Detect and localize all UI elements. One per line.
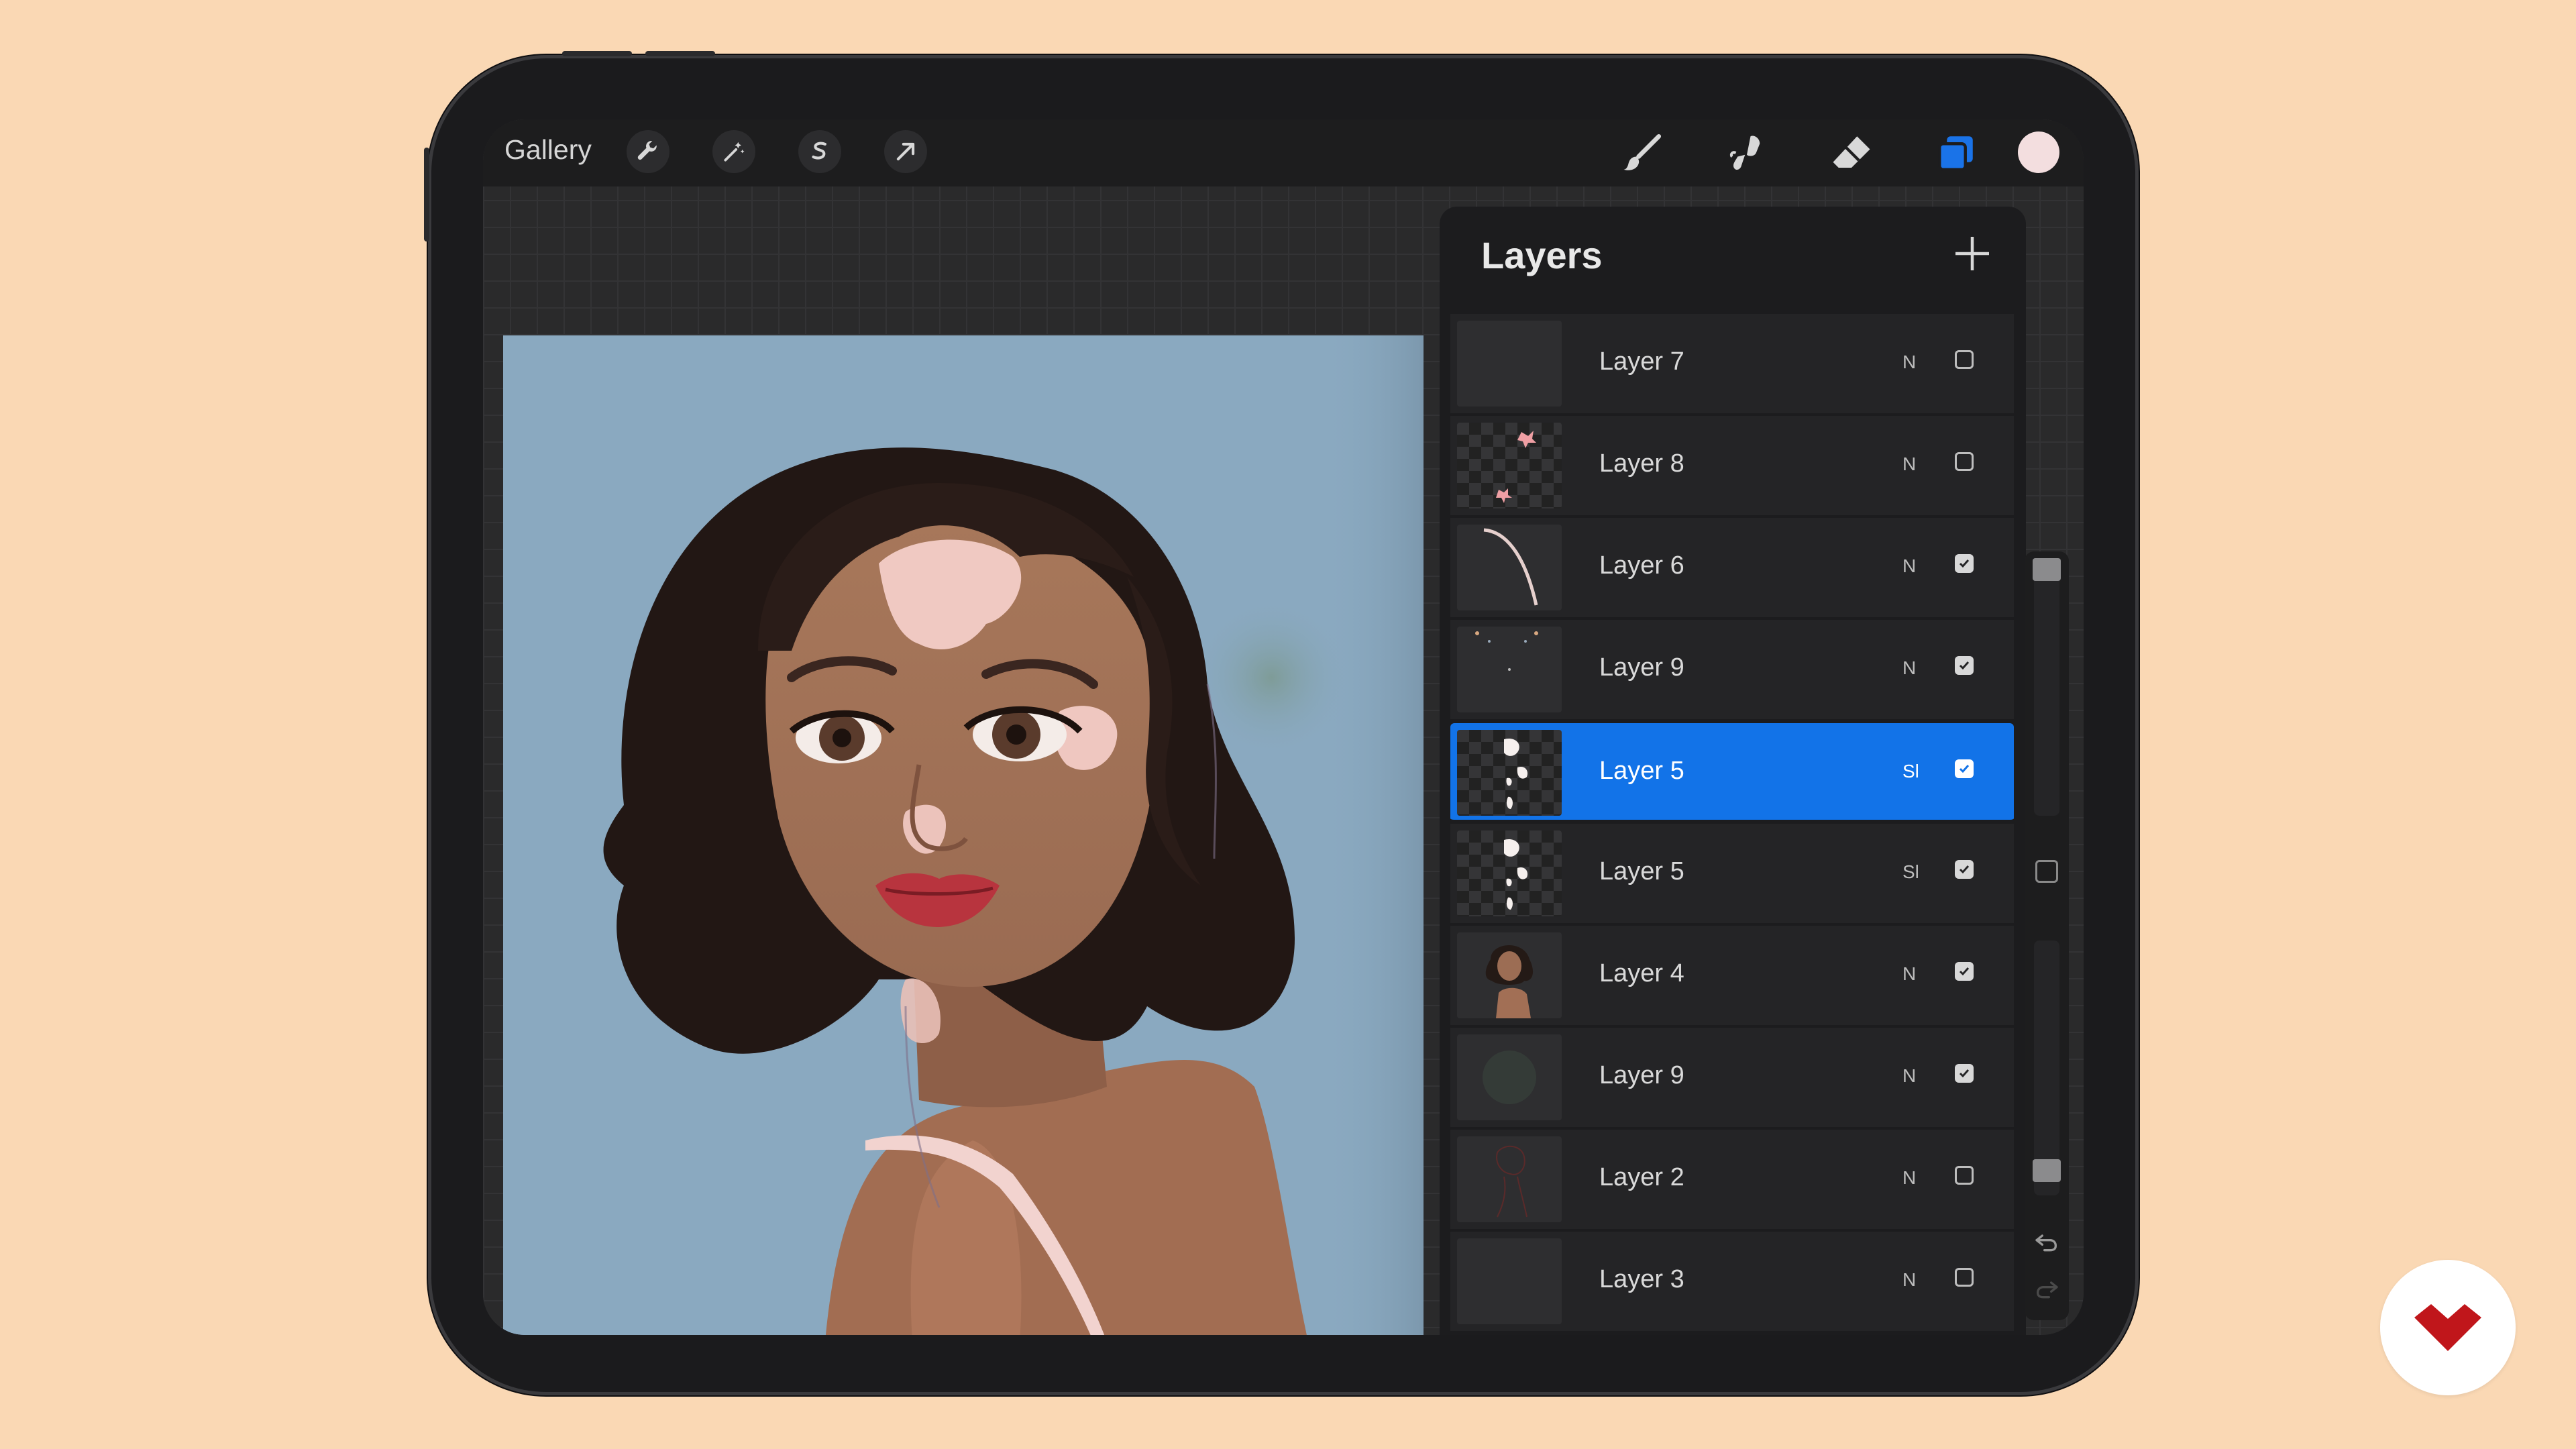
layer-name: Layer 9 <box>1599 1061 1684 1089</box>
layer-thumbnail <box>1457 627 1562 712</box>
visibility-checkbox[interactable] <box>1955 759 1974 778</box>
layer-row[interactable]: Layer 9 N <box>1450 1028 2014 1130</box>
modify-button[interactable] <box>2035 860 2058 883</box>
layer-thumbnail <box>1457 1034 1562 1120</box>
eraser-icon[interactable] <box>1827 129 1876 177</box>
blend-mode-button[interactable]: N <box>1902 1065 1916 1087</box>
visibility-checkbox[interactable] <box>1955 1268 1974 1287</box>
visibility-checkbox[interactable] <box>1955 554 1974 573</box>
visibility-checkbox[interactable] <box>1955 962 1974 981</box>
layer-thumbnail <box>1457 321 1562 407</box>
smudge-icon[interactable] <box>1723 129 1771 177</box>
ipad-frame: Gallery Layers Layer 7 N Layer 8 N Layer… <box>424 51 2139 1395</box>
blend-mode-button[interactable]: N <box>1902 555 1916 577</box>
layer-list: Layer 7 N Layer 8 N Layer 6 N Layer 9 N … <box>1450 314 2014 1334</box>
layer-name: Layer 2 <box>1599 1163 1684 1191</box>
layer-thumbnail <box>1457 932 1562 1018</box>
brand-logo-icon <box>2414 1304 2481 1351</box>
visibility-checkbox[interactable] <box>1955 656 1974 675</box>
layer-name: Layer 5 <box>1599 857 1684 885</box>
magic-wand-icon[interactable] <box>712 130 755 173</box>
layer-thumbnail <box>1457 730 1562 816</box>
layer-thumbnail <box>1457 830 1562 916</box>
volume-button-down <box>645 51 715 56</box>
layer-row[interactable]: Layer 4 N <box>1450 926 2014 1028</box>
blend-mode-button[interactable]: N <box>1902 352 1916 373</box>
visibility-checkbox[interactable] <box>1955 860 1974 879</box>
side-controls <box>2025 551 2069 1320</box>
layer-name: Layer 9 <box>1599 653 1684 682</box>
layer-row[interactable]: Layer 8 N <box>1450 416 2014 518</box>
visibility-checkbox[interactable] <box>1955 1166 1974 1185</box>
layer-name: Layer 3 <box>1599 1265 1684 1293</box>
layer-name: Layer 6 <box>1599 551 1684 580</box>
blend-mode-button[interactable]: Sl <box>1902 761 1919 782</box>
layer-row[interactable]: Layer 2 N <box>1450 1130 2014 1232</box>
undo-icon[interactable] <box>2033 1229 2060 1256</box>
layers-title: Layers <box>1481 234 1603 276</box>
layer-thumbnail <box>1457 1136 1562 1222</box>
plus-icon[interactable] <box>1952 233 1992 274</box>
layers-icon[interactable] <box>1932 129 1980 177</box>
artwork-canvas[interactable] <box>503 335 1424 1335</box>
side-button <box>424 148 429 241</box>
blend-mode-button[interactable]: N <box>1902 963 1916 985</box>
layer-row[interactable]: Layer 9 N <box>1450 620 2014 722</box>
opacity-slider[interactable] <box>2034 941 2059 1195</box>
layer-row-selected[interactable]: Layer 5 Sl <box>1450 723 2014 822</box>
visibility-checkbox[interactable] <box>1955 350 1974 369</box>
brush-size-handle[interactable] <box>2033 558 2061 581</box>
redo-icon[interactable] <box>2033 1276 2060 1303</box>
brand-logo <box>2380 1260 2516 1395</box>
wrench-icon[interactable] <box>627 130 669 173</box>
layer-row[interactable]: Layer 7 N <box>1450 314 2014 416</box>
top-toolbar: Gallery <box>483 119 2084 186</box>
transform-arrow-icon[interactable] <box>884 130 927 173</box>
layer-row[interactable]: Layer 5 Sl <box>1450 824 2014 926</box>
blend-mode-button[interactable]: N <box>1902 1167 1916 1189</box>
layer-thumbnail <box>1457 1238 1562 1324</box>
blend-mode-button[interactable]: N <box>1902 657 1916 679</box>
layer-thumbnail <box>1457 423 1562 508</box>
blend-mode-button[interactable]: Sl <box>1902 861 1919 883</box>
screen: Gallery Layers Layer 7 N Layer 8 N Layer… <box>483 119 2084 1335</box>
layer-name: Layer 7 <box>1599 347 1684 376</box>
layer-thumbnail <box>1457 525 1562 610</box>
selection-icon[interactable] <box>798 130 841 173</box>
layer-row[interactable]: Layer 3 N <box>1450 1232 2014 1334</box>
visibility-checkbox[interactable] <box>1955 1064 1974 1083</box>
portrait-illustration <box>503 335 1424 1335</box>
visibility-checkbox[interactable] <box>1955 452 1974 471</box>
layers-panel: Layers Layer 7 N Layer 8 N Layer 6 N Lay… <box>1440 207 2026 1335</box>
brush-icon[interactable] <box>1618 129 1666 177</box>
blend-mode-button[interactable]: N <box>1902 453 1916 475</box>
color-picker-swatch[interactable] <box>2018 131 2059 173</box>
layer-name: Layer 4 <box>1599 959 1684 987</box>
layer-name: Layer 5 <box>1599 757 1684 785</box>
blend-mode-button[interactable]: N <box>1902 1269 1916 1291</box>
opacity-handle[interactable] <box>2033 1159 2061 1182</box>
gallery-button[interactable]: Gallery <box>504 134 592 166</box>
brush-size-slider[interactable] <box>2034 561 2059 816</box>
layer-row[interactable]: Layer 6 N <box>1450 518 2014 620</box>
layer-name: Layer 8 <box>1599 449 1684 478</box>
volume-button-up <box>562 51 632 56</box>
